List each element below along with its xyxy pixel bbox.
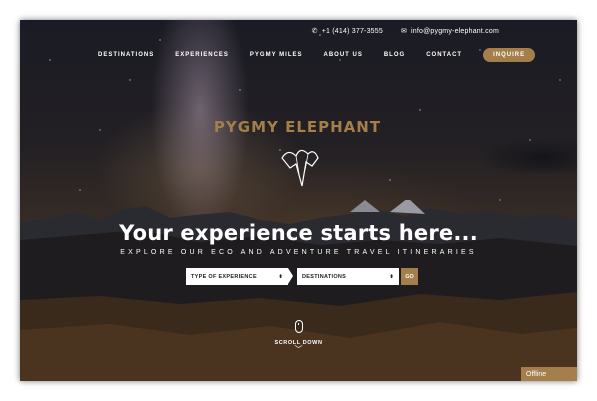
logo-brand-text: PYGMY ELEPHANT <box>213 118 382 136</box>
email-contact[interactable]: ✉ info@pygmy-elephant.com <box>401 28 499 35</box>
main-nav: DESTINATIONS EXPERIENCES PYGMY MILES ABO… <box>98 48 536 62</box>
mail-icon: ✉ <box>400 28 408 35</box>
contact-bar: ✆ +1 (414) 377-3555 ✉ info@pygmy-elephan… <box>312 28 499 35</box>
destination-select[interactable]: DESTINATIONS ⬍ <box>297 268 399 285</box>
nav-blog[interactable]: BLOG <box>384 52 405 58</box>
scroll-down[interactable]: SCROLL DOWN ﹀ <box>20 320 577 354</box>
hero-subline: EXPLORE OUR ECO AND ADVENTURE TRAVEL ITI… <box>120 249 477 256</box>
hero-section: ✆ +1 (414) 377-3555 ✉ info@pygmy-elephan… <box>20 20 577 381</box>
search-bar: TYPE OF EXPERIENCE ⬍ DESTINATIONS ⬍ GO <box>186 268 418 285</box>
email-address[interactable]: info@pygmy-elephant.com <box>411 28 499 35</box>
experience-select-label: TYPE OF EXPERIENCE <box>191 273 257 280</box>
nav-about-us[interactable]: ABOUT US <box>324 52 363 58</box>
phone-contact[interactable]: ✆ +1 (414) 377-3555 <box>312 28 383 35</box>
phone-number[interactable]: +1 (414) 377-3555 <box>322 28 383 35</box>
phone-icon: ✆ <box>311 28 318 35</box>
nav-destinations[interactable]: DESTINATIONS <box>98 52 154 58</box>
cloud-shape <box>477 138 577 174</box>
updown-arrow-icon: ⬍ <box>278 273 283 280</box>
experience-select[interactable]: TYPE OF EXPERIENCE ⬍ <box>186 268 288 285</box>
updown-arrow-icon: ⬍ <box>389 273 394 280</box>
mouse-icon <box>294 320 303 333</box>
chevron-down-icon: ﹀ <box>294 345 303 354</box>
go-button[interactable]: GO <box>401 268 418 285</box>
mountain-logo-icon <box>281 149 319 187</box>
chevron-separator-icon <box>288 268 293 284</box>
inquire-button[interactable]: INQUIRE <box>483 48 536 62</box>
site-logo[interactable]: PYGMY ELEPHANT <box>210 110 385 200</box>
chat-status-badge[interactable]: Offline <box>521 367 577 381</box>
nav-pygmy-miles[interactable]: PYGMY MILES <box>250 52 303 58</box>
chat-status-label: Offline <box>526 370 547 378</box>
hero-headline: Your experience starts here... <box>119 221 478 245</box>
nav-contact[interactable]: CONTACT <box>426 52 462 58</box>
destination-select-label: DESTINATIONS <box>302 273 347 280</box>
nav-experiences[interactable]: EXPERIENCES <box>175 52 229 58</box>
